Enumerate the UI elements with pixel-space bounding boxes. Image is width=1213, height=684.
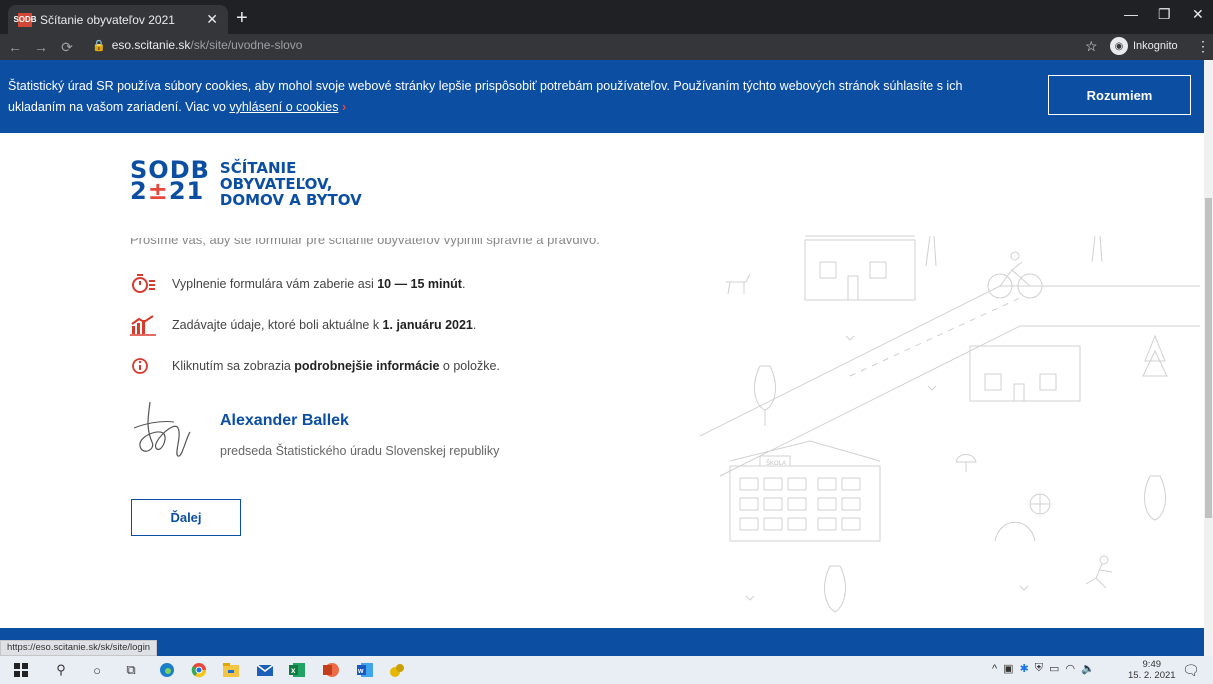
item-text-part: . [472, 318, 477, 332]
logo-mark-digit: 2 [130, 177, 148, 205]
volume-icon[interactable]: 🔈 [1081, 662, 1095, 675]
scrollbar-thumb[interactable] [1205, 198, 1212, 518]
browser-menu-icon[interactable]: ⋮ [1196, 38, 1210, 55]
restore-icon[interactable]: ❐ [1158, 6, 1171, 23]
cookie-text: Štatistický úrad SR používa súbory cooki… [8, 76, 1008, 118]
word-icon[interactable]: w [356, 661, 374, 679]
cookie-message: Štatistický úrad SR používa súbory cooki… [8, 79, 963, 114]
cookie-banner: Štatistický úrad SR používa súbory cooki… [0, 60, 1204, 133]
chart-calendar-icon [130, 314, 156, 336]
cookie-policy-link[interactable]: vyhlásení o cookies [229, 100, 338, 114]
svg-text:x: x [291, 666, 296, 675]
back-icon[interactable]: ← [4, 39, 26, 55]
forward-icon[interactable]: → [30, 39, 52, 55]
excel-icon[interactable]: x [288, 661, 306, 679]
author-role: predseda Štatistického úradu Slovenskej … [220, 444, 500, 458]
page-footer [0, 628, 1204, 656]
window-close-icon[interactable]: ✕ [1192, 6, 1204, 23]
item-text-bold: podrobnejšie informácie [294, 359, 440, 373]
url-host: eso.scitanie.sk [111, 38, 191, 52]
item-text: Kliknutím sa zobrazia podrobnejšie infor… [172, 359, 500, 373]
bookmark-star-icon[interactable]: ☆ [1085, 38, 1098, 55]
clock-date: 15. 2. 2021 [1128, 670, 1176, 681]
svg-text:w: w [357, 668, 364, 675]
logo-mark-plusminus: ± [147, 177, 169, 205]
incognito-label: Inkognito [1133, 40, 1178, 52]
battery-icon[interactable]: ▭ [1049, 662, 1059, 675]
signature-image [133, 401, 191, 457]
file-explorer-icon[interactable] [222, 661, 240, 679]
browser-tab[interactable]: SODB Sčítanie obyvateľov 2021 ✕ [8, 5, 228, 34]
author-name: Alexander Ballek [220, 412, 349, 429]
logo-line-3: DOMOV A BYTOV [219, 191, 362, 209]
new-tab-icon[interactable]: + [236, 8, 248, 28]
incognito-indicator[interactable]: ◉ Inkognito [1110, 37, 1178, 55]
chrome-icon[interactable] [190, 661, 208, 679]
windows-start-icon[interactable] [12, 661, 30, 679]
chevron-right-icon: › [342, 100, 347, 114]
system-tray: ^ ▣ ✱ ⛨ ▭ ◠ 🔈 [992, 662, 1095, 675]
reload-icon[interactable]: ⟳ [56, 39, 78, 56]
edge-icon[interactable] [158, 661, 176, 679]
info-icon[interactable] [130, 355, 156, 377]
stopwatch-icon [130, 273, 156, 295]
list-item: Zadávajte údaje, ktoré boli aktuálne k 1… [130, 314, 476, 336]
wifi-icon[interactable]: ◠ [1065, 662, 1075, 675]
powerpoint-icon[interactable] [322, 661, 340, 679]
logo-line-2: OBYVATEĽOV, [219, 175, 333, 193]
item-text-part: Vyplnenie formulára vám zaberie asi [172, 277, 378, 291]
incognito-icon: ◉ [1110, 37, 1128, 55]
notifications-icon[interactable]: 🗨 [1182, 662, 1200, 679]
tray-app-icon[interactable]: ▣ [1003, 662, 1013, 675]
list-item: Vyplnenie formulára vám zaberie asi 10 —… [130, 273, 465, 295]
list-item: Kliknutím sa zobrazia podrobnejšie infor… [130, 355, 500, 377]
sodb-logo[interactable]: SODB 2±21 SČÍTANIE OBYVATEĽOV, DOMOV A B… [130, 158, 362, 208]
chevron-up-icon[interactable]: ^ [992, 663, 997, 675]
school-sign: ŠKOLA [766, 460, 786, 467]
tab-title: Sčítanie obyvateľov 2021 [40, 12, 175, 27]
item-text: Vyplnenie formulára vám zaberie asi 10 —… [172, 277, 465, 291]
item-text-part: o položke. [439, 359, 500, 373]
intro-text: Prosíme vás, aby ste formulár pre sčítan… [130, 232, 600, 247]
search-icon[interactable]: ⚲ [52, 661, 70, 679]
accept-cookies-button[interactable]: Rozumiem [1048, 75, 1191, 115]
item-text-part: Kliknutím sa zobrazia [172, 359, 295, 373]
app-icon[interactable] [388, 661, 406, 679]
lock-icon: 🔒 [92, 39, 106, 52]
item-text-part: Zadávajte údaje, ktoré boli aktuálne k [172, 318, 383, 332]
logo-words: SČÍTANIE OBYVATEĽOV, DOMOV A BYTOV [220, 160, 362, 208]
logo-line-1: SČÍTANIE [219, 159, 297, 177]
mail-icon[interactable] [256, 661, 274, 679]
item-text-part: . [461, 277, 466, 291]
security-icon[interactable]: ⛨ [1035, 662, 1043, 675]
site-favicon-icon: SODB [13, 12, 37, 27]
logo-mark-digits: 21 [168, 177, 205, 205]
taskbar-clock[interactable]: 9:49 15. 2. 2021 [1128, 659, 1176, 681]
clock-time: 9:49 [1142, 659, 1162, 670]
next-button[interactable]: Ďalej [131, 499, 241, 536]
item-text-bold: 1. januáru 2021 [382, 318, 473, 332]
logo-mark-bottom: 2±21 [130, 179, 210, 203]
url-field[interactable]: 🔒 eso.scitanie.sk/sk/site/uvodne-slovo [92, 38, 302, 52]
logo-mark: SODB 2±21 [130, 158, 210, 203]
status-bar-url: https://eso.scitanie.sk/sk/site/login [0, 640, 158, 656]
cortana-icon[interactable]: ○ [88, 661, 106, 679]
city-illustration: ŠKOLA [700, 235, 1200, 613]
task-view-icon[interactable]: ⧉ [122, 661, 140, 679]
item-text-bold: 10 — 15 minút [377, 277, 462, 291]
close-icon[interactable]: ✕ [206, 11, 218, 28]
url-path: /sk/site/uvodne-slovo [190, 38, 303, 52]
bluetooth-icon[interactable]: ✱ [1020, 662, 1029, 675]
item-text: Zadávajte údaje, ktoré boli aktuálne k 1… [172, 318, 476, 332]
minimize-icon[interactable]: — [1124, 6, 1138, 22]
